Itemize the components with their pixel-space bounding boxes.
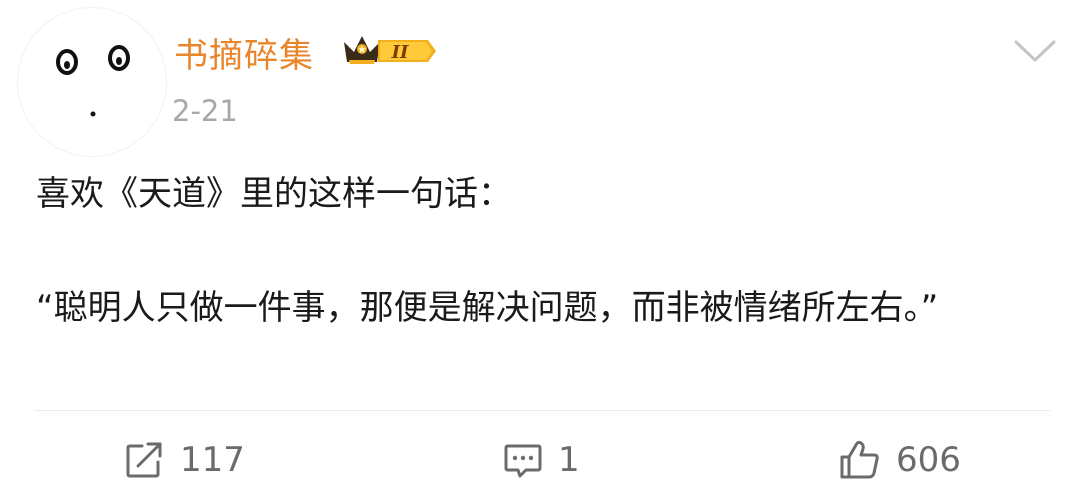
repost-button[interactable]: 117 xyxy=(124,438,245,482)
like-button[interactable]: 606 xyxy=(838,438,961,482)
thumbs-up-icon xyxy=(838,439,882,481)
like-count: 606 xyxy=(896,440,961,480)
crown-icon xyxy=(344,36,380,64)
chevron-down-icon[interactable] xyxy=(1012,36,1058,66)
post-date: 2-21 xyxy=(172,94,238,128)
comment-count: 1 xyxy=(558,440,580,480)
post-text-intro: 喜欢《天道》里的这样一句话： xyxy=(36,174,512,214)
post-text-quote: “聪明人只做一件事，那便是解决问题，而非被情绪所左右。” xyxy=(36,288,939,328)
divider xyxy=(34,410,1050,411)
comment-icon xyxy=(502,440,544,480)
vip-badge[interactable]: II xyxy=(340,30,440,72)
avatar[interactable] xyxy=(18,8,166,156)
repost-icon xyxy=(124,440,166,480)
avatar-face-image xyxy=(56,45,130,117)
comment-button[interactable]: 1 xyxy=(502,438,580,482)
vip-level-label: II xyxy=(391,42,409,63)
username[interactable]: 书摘碎集 xyxy=(174,28,314,77)
repost-count: 117 xyxy=(180,440,245,480)
